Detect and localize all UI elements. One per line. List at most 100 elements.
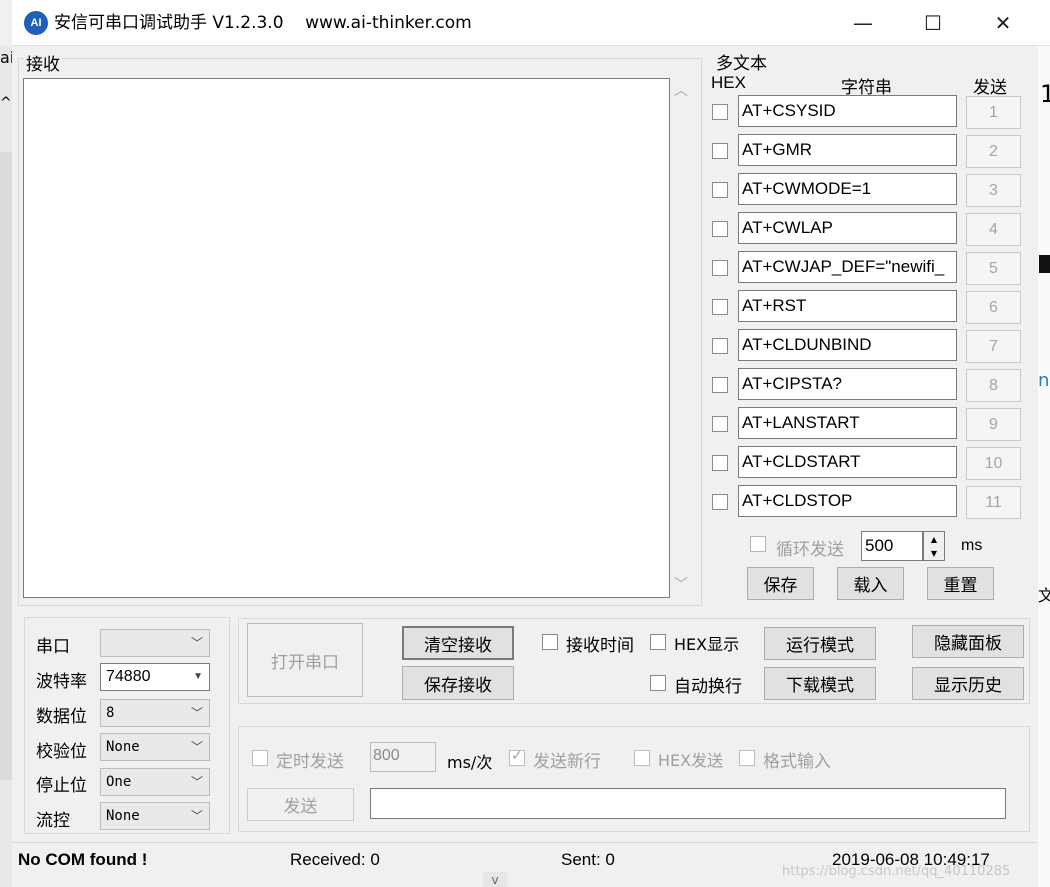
multitext-hex-checkbox[interactable] [712, 143, 728, 159]
multitext-string-input[interactable]: AT+CSYSID [738, 95, 957, 127]
background-app-text: 1 [1040, 80, 1050, 108]
multitext-hex-checkbox[interactable] [712, 299, 728, 315]
background-app-block [1039, 255, 1050, 273]
multitext-string-input[interactable]: AT+GMR [738, 134, 957, 166]
flow-select[interactable]: None ﹀ [100, 802, 210, 830]
multitext-hex-checkbox[interactable] [712, 338, 728, 354]
receive-textarea[interactable] [23, 78, 670, 598]
chevron-down-icon: ﹀ [190, 809, 203, 823]
multitext-send-button[interactable]: 8 [966, 369, 1021, 402]
multitext-string-input[interactable]: AT+CLDSTART [738, 446, 957, 478]
hex-send-checkbox[interactable] [634, 750, 650, 766]
send-text-input[interactable] [370, 788, 1006, 819]
multitext-send-button[interactable]: 7 [966, 330, 1021, 363]
multitext-hex-checkbox[interactable] [712, 221, 728, 237]
multitext-send-button[interactable]: 2 [966, 135, 1021, 168]
hide-panel-button[interactable]: 隐藏面板 [912, 625, 1024, 658]
format-input-checkbox[interactable] [739, 750, 755, 766]
status-received: Received: 0 [290, 850, 380, 869]
minimize-button[interactable]: — [828, 0, 898, 46]
multitext-hex-checkbox[interactable] [712, 494, 728, 510]
flow-value: None [106, 808, 140, 824]
multitext-hex-checkbox[interactable] [712, 455, 728, 471]
multitext-send-button[interactable]: 11 [966, 486, 1021, 519]
multitext-send-button[interactable]: 3 [966, 174, 1021, 207]
multitext-hex-checkbox[interactable] [712, 377, 728, 393]
stopbits-select[interactable]: One ﹀ [100, 768, 210, 796]
app-logo-icon: AI [24, 11, 48, 35]
chevron-down-icon: ﹀ [190, 775, 203, 789]
stopbits-value: One [106, 774, 132, 790]
multitext-string-input[interactable]: AT+RST [738, 290, 957, 322]
baud-label: 波特率 [36, 672, 87, 692]
databits-label: 数据位 [36, 707, 87, 727]
maximize-button[interactable]: ☐ [898, 0, 968, 46]
multitext-send-button[interactable]: 5 [966, 252, 1021, 285]
port-label: 串口 [36, 637, 70, 657]
multitext-send-button[interactable]: 4 [966, 213, 1021, 246]
scroll-up-icon[interactable]: ︿ [674, 80, 688, 100]
baud-select[interactable]: 74880 ▼ [100, 663, 210, 691]
multitext-send-button[interactable]: 9 [966, 408, 1021, 441]
databits-select[interactable]: 8 ﹀ [100, 699, 210, 727]
loop-send-label: 循环发送 [776, 540, 844, 560]
background-app-right [1038, 46, 1050, 887]
receive-time-checkbox[interactable] [542, 634, 558, 650]
receive-label: 接收 [24, 50, 62, 75]
spin-up-icon[interactable]: ▲ [924, 532, 944, 546]
loop-interval-spinner[interactable]: ▲ ▼ [923, 531, 945, 561]
flow-label: 流控 [36, 811, 70, 831]
save-receive-button[interactable]: 保存接收 [402, 666, 514, 700]
multitext-hex-checkbox[interactable] [712, 260, 728, 276]
open-port-button[interactable]: 打开串口 [247, 623, 363, 697]
multitext-label: 多文本 [716, 54, 767, 74]
timed-send-checkbox[interactable] [252, 750, 268, 766]
spin-down-icon[interactable]: ▼ [924, 546, 944, 560]
run-mode-button[interactable]: 运行模式 [764, 627, 876, 660]
timed-send-label: 定时发送 [276, 752, 344, 772]
port-select[interactable]: ﹀ [100, 629, 210, 657]
format-input-label: 格式输入 [763, 752, 831, 772]
multitext-send-button[interactable]: 1 [966, 96, 1021, 129]
chevron-down-icon: ﹀ [190, 740, 203, 754]
multitext-string-input[interactable]: AT+CLDUNBIND [738, 329, 957, 361]
auto-newline-label: 自动换行 [674, 677, 742, 697]
chevron-down-icon: ﹀ [190, 706, 203, 720]
multitext-load-button[interactable]: 载入 [837, 567, 904, 600]
multitext-string-input[interactable]: AT+CWMODE=1 [738, 173, 957, 205]
stopbits-label: 停止位 [36, 776, 87, 796]
loop-interval-input[interactable]: 500 [861, 531, 923, 561]
multitext-hex-checkbox[interactable] [712, 104, 728, 120]
multitext-string-input[interactable]: AT+CIPSTA? [738, 368, 957, 400]
multitext-string-input[interactable]: AT+LANSTART [738, 407, 957, 439]
dropdown-triangle-icon: ▼ [193, 671, 203, 682]
scroll-down-icon[interactable]: ﹀ [674, 574, 688, 594]
clear-receive-button[interactable]: 清空接收 [402, 626, 514, 660]
multitext-send-button[interactable]: 6 [966, 291, 1021, 324]
hex-display-checkbox[interactable] [650, 634, 666, 650]
watermark: https://blog.csdn.net/qq_40110285 [782, 864, 1011, 879]
multitext-save-button[interactable]: 保存 [747, 567, 814, 600]
multitext-reset-button[interactable]: 重置 [927, 567, 994, 600]
multitext-hex-checkbox[interactable] [712, 182, 728, 198]
auto-newline-checkbox[interactable] [650, 675, 666, 691]
parity-select[interactable]: None ﹀ [100, 733, 210, 761]
multitext-send-button[interactable]: 10 [966, 447, 1021, 480]
multitext-header-hex: HEX [711, 73, 746, 92]
show-history-button[interactable]: 显示历史 [912, 667, 1024, 700]
timed-interval-input[interactable]: 800 [370, 742, 436, 772]
parity-label: 校验位 [36, 742, 87, 762]
chevron-down-icon: ﹀ [190, 636, 203, 650]
loop-unit-label: ms [961, 537, 983, 554]
window-title: 安信可串口调试助手 V1.2.3.0 www.ai-thinker.com [54, 13, 472, 33]
multitext-string-input[interactable]: AT+CWJAP_DEF="newifi_ [738, 251, 957, 283]
send-button[interactable]: 发送 [247, 788, 354, 821]
background-app-text: n [1038, 370, 1050, 391]
loop-send-checkbox[interactable] [750, 536, 766, 552]
send-newline-checkbox[interactable] [509, 748, 525, 766]
multitext-hex-checkbox[interactable] [712, 416, 728, 432]
close-button[interactable]: ✕ [968, 0, 1038, 46]
multitext-string-input[interactable]: AT+CWLAP [738, 212, 957, 244]
download-mode-button[interactable]: 下载模式 [764, 667, 876, 700]
multitext-string-input[interactable]: AT+CLDSTOP [738, 485, 957, 517]
